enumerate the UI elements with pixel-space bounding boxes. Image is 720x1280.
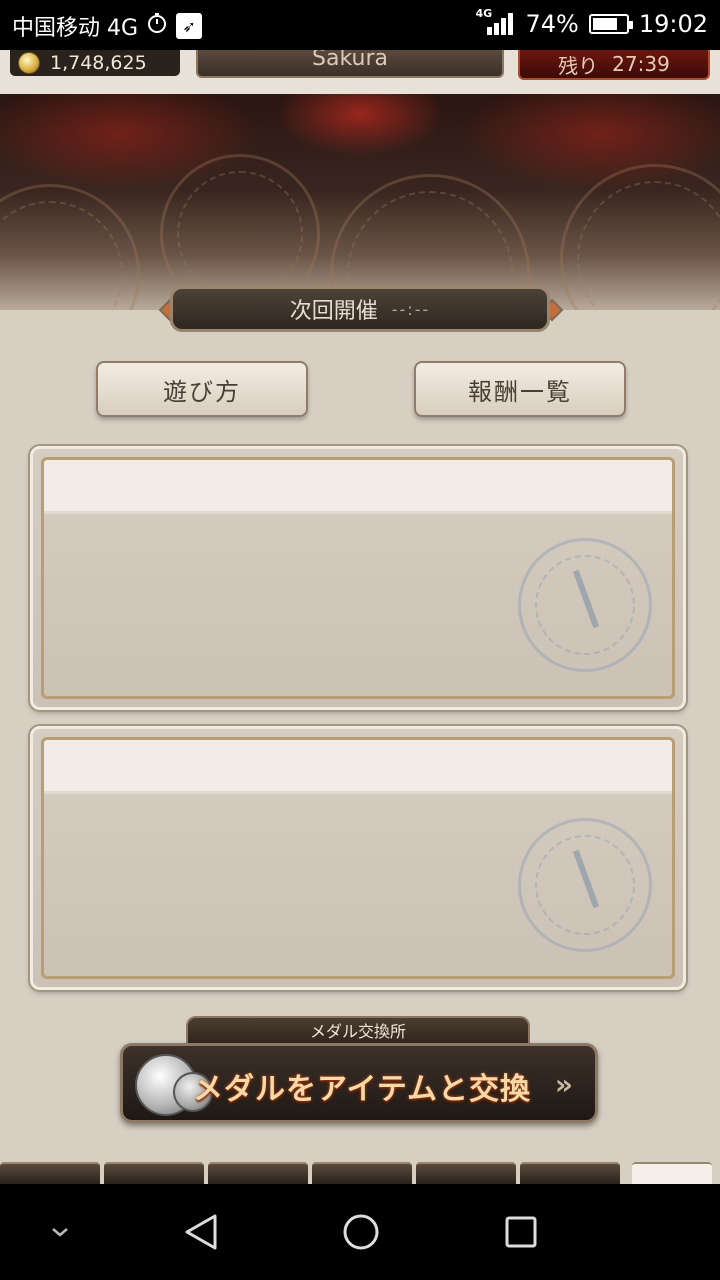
stopwatch-icon	[146, 12, 168, 40]
gear-decoration	[0, 184, 140, 310]
panel-frame	[41, 457, 675, 699]
bottom-tab[interactable]	[208, 1162, 308, 1184]
timer-label: 残り	[558, 53, 599, 78]
next-event-label: 次回開催	[289, 299, 378, 324]
gear-decoration	[560, 164, 720, 310]
coin-counter: 1,748,625	[10, 50, 180, 76]
status-bar: 中国移动 4G ➶ 4G 74% 19:02	[0, 0, 720, 50]
timer-value: 27:39	[612, 52, 670, 76]
signal-icon: 4G	[475, 7, 515, 37]
bottom-tab[interactable]	[416, 1162, 516, 1184]
how-to-play-button[interactable]: 遊び方	[96, 361, 308, 417]
event-panel-1[interactable]	[30, 446, 686, 710]
bottom-tab[interactable]	[520, 1162, 620, 1184]
next-event-time: --:--	[391, 299, 431, 319]
rewards-list-button[interactable]: 報酬一覧	[414, 361, 626, 417]
back-triangle-icon[interactable]	[176, 1184, 226, 1280]
status-left: 中国移动 4G ➶	[12, 10, 203, 42]
remaining-timer: 残り 27:39	[518, 50, 710, 80]
battery-icon	[588, 14, 633, 34]
how-to-play-label: 遊び方	[163, 377, 241, 406]
player-name: Sakura	[312, 50, 388, 71]
chevron-right-icon: »	[554, 1068, 573, 1101]
status-right: 4G 74% 19:02	[475, 7, 708, 38]
event-panel-2[interactable]	[30, 726, 686, 990]
bottom-tab[interactable]	[312, 1162, 412, 1184]
clock: 19:02	[638, 10, 708, 38]
game-screen: 1,748,625 Sakura 残り 27:39 次回開催 --:-- 遊び方…	[0, 50, 720, 1184]
event-banner	[0, 94, 720, 310]
carrier-label: 中国移动 4G	[12, 16, 139, 41]
bird-notification-icon: ➶	[176, 13, 203, 39]
bottom-tab-active[interactable]	[632, 1162, 712, 1184]
rewards-list-label: 報酬一覧	[468, 377, 572, 406]
medal-exchange-button[interactable]: メダルをアイテムと交換 »	[120, 1043, 598, 1123]
battery-percent: 74%	[525, 10, 579, 38]
bottom-tab-bar	[0, 1162, 720, 1184]
player-name-plate: Sakura	[196, 50, 504, 78]
panel-header-strip	[44, 460, 672, 514]
game-header: 1,748,625 Sakura 残り 27:39	[0, 50, 720, 94]
panel-header-strip	[44, 740, 672, 794]
coin-amount: 1,748,625	[50, 52, 147, 74]
medal-exchange-label: メダル交換所	[186, 1016, 530, 1046]
navigation-bar	[0, 1184, 720, 1280]
compass-clock-icon	[518, 818, 652, 952]
next-event-plate: 次回開催 --:--	[170, 286, 550, 332]
panel-frame	[41, 737, 675, 979]
compass-clock-icon	[518, 538, 652, 672]
network-tag: 4G	[475, 7, 493, 20]
recents-square-icon[interactable]	[496, 1184, 546, 1280]
medal-exchange-button-label: メダルをアイテムと交換	[193, 1072, 531, 1107]
bottom-tab[interactable]	[0, 1162, 100, 1184]
coin-icon	[18, 52, 40, 74]
chevron-down-icon[interactable]	[40, 1184, 80, 1280]
medal-exchange-section: メダル交換所	[309, 1022, 406, 1041]
bottom-tab[interactable]	[104, 1162, 204, 1184]
home-circle-icon[interactable]	[336, 1184, 386, 1280]
